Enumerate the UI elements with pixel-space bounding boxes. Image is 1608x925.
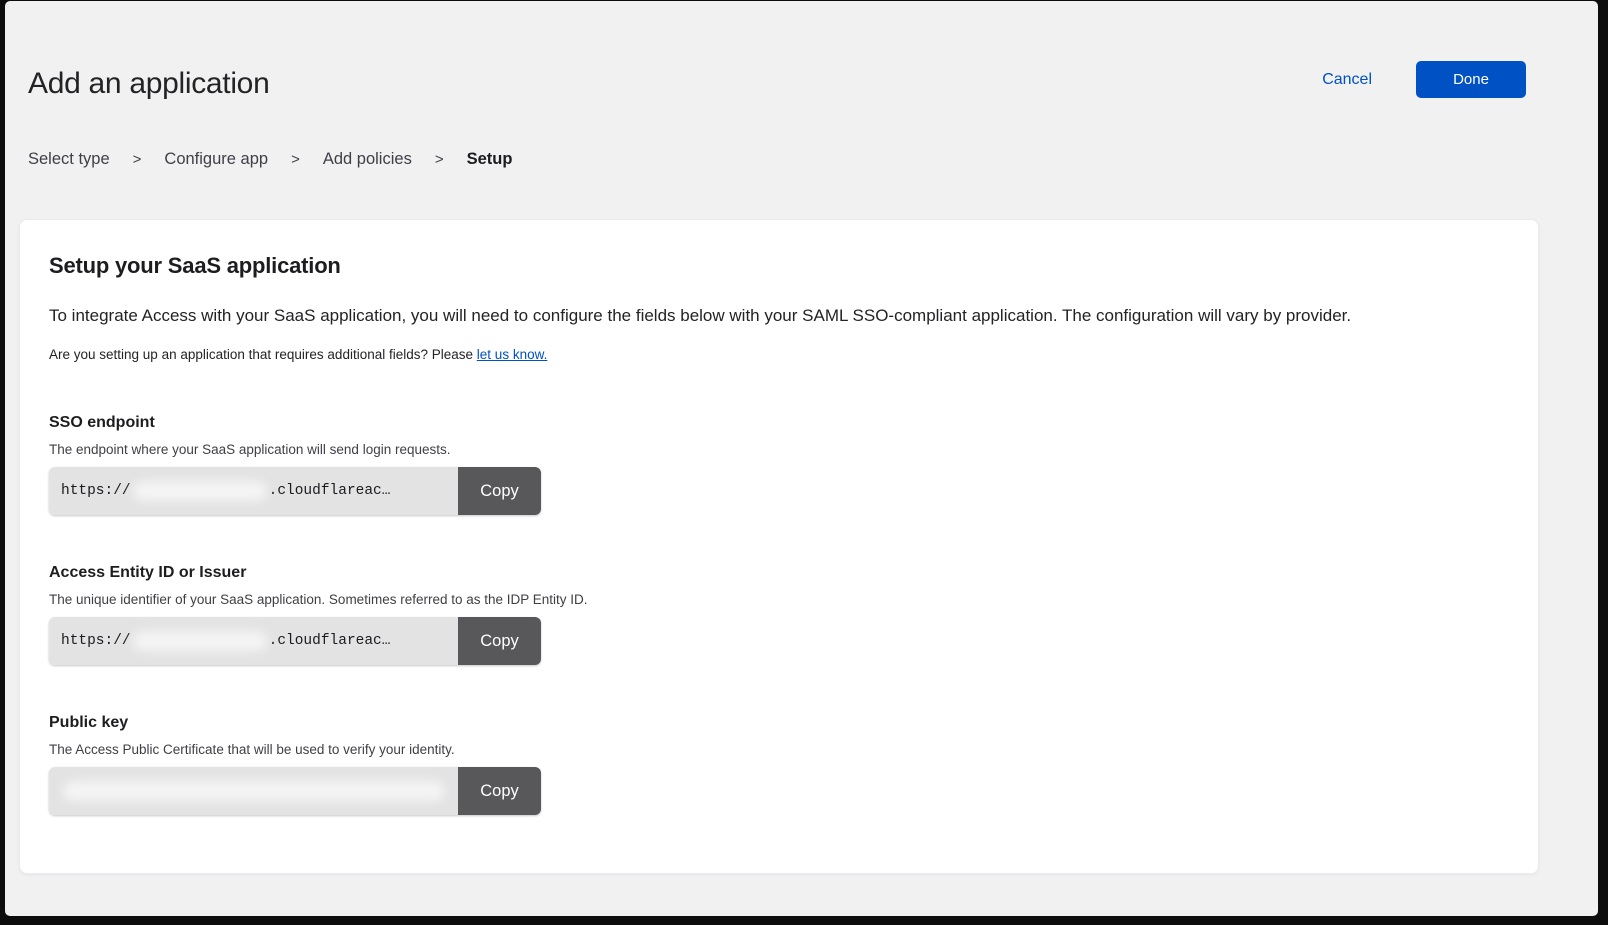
copy-button[interactable]: Copy <box>458 767 541 815</box>
field-description: The Access Public Certificate that will … <box>49 742 1509 757</box>
field-description: The unique identifier of your SaaS appli… <box>49 592 1509 607</box>
field-label: Public key <box>49 714 1509 732</box>
redacted-blur <box>63 781 445 801</box>
field-description: The endpoint where your SaaS application… <box>49 442 1509 457</box>
field-row: Copy <box>49 767 541 815</box>
breadcrumb-step-configure-app[interactable]: Configure app <box>164 150 268 169</box>
public-key-value <box>49 767 458 815</box>
breadcrumb-separator: > <box>291 151 300 168</box>
card-note-text: Are you setting up an application that r… <box>49 347 473 362</box>
setup-card: Setup your SaaS application To integrate… <box>19 219 1539 874</box>
redacted-blur <box>133 481 267 501</box>
card-note: Are you setting up an application that r… <box>49 347 1509 362</box>
breadcrumb-step-add-policies[interactable]: Add policies <box>323 150 412 169</box>
copy-button[interactable]: Copy <box>458 467 541 515</box>
let-us-know-link[interactable]: let us know. <box>477 347 548 362</box>
field-label: Access Entity ID or Issuer <box>49 564 1509 582</box>
field-group-entity-id: Access Entity ID or Issuer The unique id… <box>49 564 1509 665</box>
value-suffix: .cloudflareac… <box>269 483 391 499</box>
page-header: Add an application Cancel Done <box>5 1 1598 103</box>
done-button[interactable]: Done <box>1416 61 1526 98</box>
value-prefix: https:// <box>61 483 131 499</box>
cancel-button[interactable]: Cancel <box>1322 71 1372 89</box>
field-label: SSO endpoint <box>49 414 1509 432</box>
field-row: https:// .cloudflareac… Copy <box>49 467 541 515</box>
value-prefix: https:// <box>61 633 131 649</box>
breadcrumb-step-select-type[interactable]: Select type <box>28 150 110 169</box>
entity-id-value: https:// .cloudflareac… <box>49 617 458 665</box>
card-heading: Setup your SaaS application <box>49 253 1509 279</box>
sso-endpoint-value: https:// .cloudflareac… <box>49 467 458 515</box>
field-group-public-key: Public key The Access Public Certificate… <box>49 714 1509 815</box>
redacted-blur <box>133 631 267 651</box>
breadcrumb-step-setup-current: Setup <box>467 150 513 169</box>
field-group-sso-endpoint: SSO endpoint The endpoint where your Saa… <box>49 414 1509 515</box>
card-intro-text: To integrate Access with your SaaS appli… <box>49 304 1509 328</box>
header-actions: Cancel Done <box>1322 61 1526 98</box>
copy-button[interactable]: Copy <box>458 617 541 665</box>
value-suffix: .cloudflareac… <box>269 633 391 649</box>
breadcrumb: Select type > Configure app > Add polici… <box>28 150 1598 169</box>
breadcrumb-separator: > <box>133 151 142 168</box>
field-row: https:// .cloudflareac… Copy <box>49 617 541 665</box>
window: Add an application Cancel Done Select ty… <box>5 1 1598 916</box>
breadcrumb-separator: > <box>435 151 444 168</box>
